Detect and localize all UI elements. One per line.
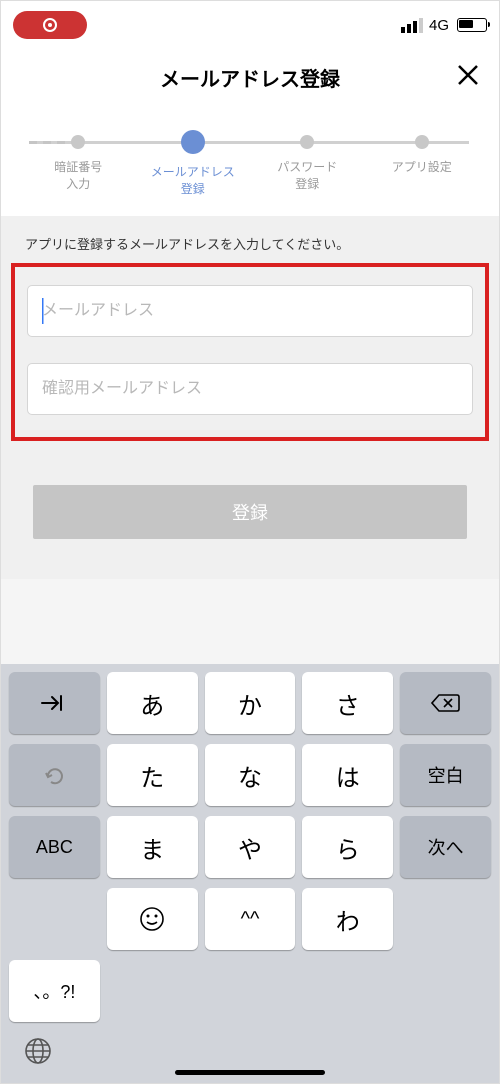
key-punct[interactable]: 、。?!: [9, 960, 100, 1022]
globe-icon: [23, 1036, 53, 1066]
key-backspace[interactable]: [400, 672, 491, 734]
globe-button[interactable]: [23, 1036, 53, 1073]
instruction-text: アプリに登録するメールアドレスを入力してください。: [1, 234, 499, 263]
page-title: メールアドレス登録: [160, 63, 340, 92]
close-icon: [457, 64, 479, 86]
status-bar: 4G: [1, 1, 499, 49]
status-right: 4G: [401, 17, 487, 34]
key-abc[interactable]: ABC: [9, 816, 100, 878]
close-button[interactable]: [457, 62, 479, 92]
key-sa[interactable]: さ: [302, 672, 393, 734]
record-icon: [43, 18, 57, 32]
key-ka[interactable]: か: [205, 672, 296, 734]
network-label: 4G: [429, 17, 449, 34]
step-app-settings: アプリ設定: [365, 131, 480, 176]
step-email-register: メールアドレス 登録: [136, 131, 251, 198]
key-na[interactable]: な: [205, 744, 296, 806]
key-ya[interactable]: や: [205, 816, 296, 878]
step-password-register: パスワード 登録: [250, 131, 365, 193]
key-space[interactable]: 空白: [400, 744, 491, 806]
key-emoji[interactable]: [107, 888, 198, 950]
key-ta[interactable]: た: [107, 744, 198, 806]
progress-stepper: 暗証番号 入力 メールアドレス 登録 パスワード 登録 アプリ設定: [1, 105, 499, 216]
key-ma[interactable]: ま: [107, 816, 198, 878]
key-a[interactable]: あ: [107, 672, 198, 734]
key-next[interactable]: 次へ: [400, 816, 491, 878]
signal-icon: [401, 18, 423, 33]
key-undo[interactable]: [9, 744, 100, 806]
battery-icon: [457, 18, 487, 32]
input-highlight-box: [11, 263, 489, 441]
backspace-icon: [431, 693, 461, 713]
undo-icon: [42, 763, 66, 787]
home-indicator[interactable]: [175, 1070, 325, 1075]
form-content: アプリに登録するメールアドレスを入力してください。 登録: [1, 216, 499, 579]
screen-record-indicator: [13, 11, 87, 39]
key-kaomoji[interactable]: ^^: [205, 888, 296, 950]
key-ra[interactable]: ら: [302, 816, 393, 878]
step-pin-entry: 暗証番号 入力: [21, 131, 136, 193]
email-field[interactable]: [27, 285, 473, 337]
page-header: メールアドレス登録: [1, 49, 499, 105]
keyboard: あ か さ た な は 空白 ABC ま や ら 次へ ^^ わ 、。?!: [1, 664, 499, 1083]
submit-button[interactable]: 登録: [33, 485, 467, 539]
email-confirm-field[interactable]: [27, 363, 473, 415]
key-wa[interactable]: わ: [302, 888, 393, 950]
key-ha[interactable]: は: [302, 744, 393, 806]
emoji-icon: [139, 906, 165, 932]
key-tab[interactable]: [9, 672, 100, 734]
